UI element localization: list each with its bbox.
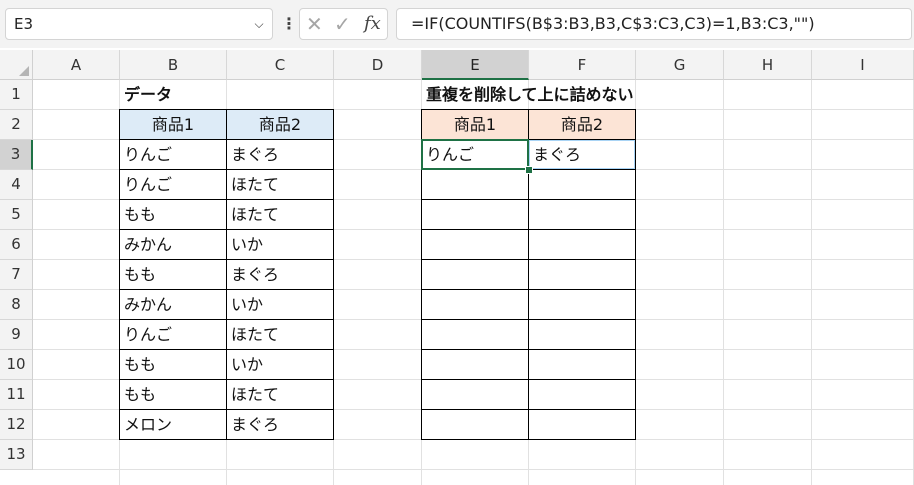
name-box[interactable]: E3 ⌵: [5, 8, 273, 40]
right-table-cell[interactable]: まぐろ: [528, 139, 636, 170]
fill-handle[interactable]: [525, 166, 533, 174]
left-table-cell[interactable]: もも: [119, 379, 227, 410]
name-box-value: E3: [14, 15, 34, 33]
row-header-7[interactable]: 7: [0, 260, 33, 290]
column-header-e[interactable]: E: [422, 50, 529, 80]
check-icon[interactable]: ✓: [334, 9, 351, 39]
left-header-cell[interactable]: 商品2: [226, 109, 334, 140]
cancel-icon[interactable]: ✕: [306, 9, 323, 39]
column-header-i[interactable]: I: [812, 50, 914, 80]
gridline-horizontal: [33, 469, 914, 470]
column-header-c[interactable]: C: [227, 50, 334, 80]
row-header-11[interactable]: 11: [0, 380, 33, 410]
more-options-icon[interactable]: ⋮: [281, 8, 297, 40]
column-header-b[interactable]: B: [120, 50, 227, 80]
column-header-f[interactable]: F: [529, 50, 636, 80]
left-header-cell[interactable]: 商品1: [119, 109, 227, 140]
left-table-cell[interactable]: ほたて: [226, 169, 334, 200]
right-table-cell[interactable]: [528, 319, 636, 350]
row-header-12[interactable]: 12: [0, 410, 33, 440]
right-table-cell[interactable]: [421, 409, 529, 440]
left-table-cell[interactable]: ほたて: [226, 199, 334, 230]
right-table-cell[interactable]: [421, 289, 529, 320]
formula-bar: E3 ⌵ ⋮ ✕ ✓ fx =IF(COUNTIFS(B$3:B3,B3,C$3…: [0, 0, 914, 48]
right-header-cell[interactable]: 商品2: [528, 109, 636, 140]
right-table-cell[interactable]: [528, 199, 636, 230]
left-table-cell[interactable]: いか: [226, 229, 334, 260]
title-right[interactable]: 重複を削除して上に詰めない: [422, 80, 682, 110]
left-table-cell[interactable]: りんご: [119, 139, 227, 170]
right-header-cell[interactable]: 商品1: [421, 109, 529, 140]
right-table-cell[interactable]: [421, 319, 529, 350]
chevron-down-icon[interactable]: ⌵: [250, 9, 268, 39]
left-table-cell[interactable]: メロン: [119, 409, 227, 440]
row-header-2[interactable]: 2: [0, 110, 33, 140]
right-table-cell[interactable]: [421, 199, 529, 230]
left-table-cell[interactable]: もも: [119, 349, 227, 380]
row-header-9[interactable]: 9: [0, 320, 33, 350]
left-table-cell[interactable]: まぐろ: [226, 139, 334, 170]
column-header-d[interactable]: D: [334, 50, 422, 80]
row-header-4[interactable]: 4: [0, 170, 33, 200]
formula-buttons: ✕ ✓ fx: [299, 8, 388, 40]
right-table-cell[interactable]: [528, 169, 636, 200]
left-table-cell[interactable]: いか: [226, 349, 334, 380]
row-header-6[interactable]: 6: [0, 230, 33, 260]
left-table-cell[interactable]: もも: [119, 259, 227, 290]
column-header-a[interactable]: A: [33, 50, 120, 80]
right-table-cell[interactable]: [421, 259, 529, 290]
column-header-h[interactable]: H: [724, 50, 812, 80]
right-table-cell[interactable]: [421, 349, 529, 380]
left-table-cell[interactable]: りんご: [119, 319, 227, 350]
active-cell[interactable]: りんご: [421, 139, 529, 170]
right-table-cell[interactable]: [528, 379, 636, 410]
row-header-13[interactable]: 13: [0, 440, 33, 470]
left-table-cell[interactable]: まぐろ: [226, 409, 334, 440]
row-header-1[interactable]: 1: [0, 80, 33, 110]
left-table-cell[interactable]: みかん: [119, 229, 227, 260]
right-table-cell[interactable]: [528, 259, 636, 290]
row-header-8[interactable]: 8: [0, 290, 33, 320]
left-table-cell[interactable]: まぐろ: [226, 259, 334, 290]
left-table-cell[interactable]: りんご: [119, 169, 227, 200]
gridline-vertical: [811, 80, 812, 485]
right-table-cell[interactable]: [421, 229, 529, 260]
left-table-cell[interactable]: ほたて: [226, 379, 334, 410]
insert-function-icon[interactable]: fx: [364, 9, 381, 39]
right-table-cell[interactable]: [421, 379, 529, 410]
right-table-cell[interactable]: [528, 409, 636, 440]
left-table-cell[interactable]: みかん: [119, 289, 227, 320]
column-header-g[interactable]: G: [636, 50, 724, 80]
row-header-5[interactable]: 5: [0, 200, 33, 230]
right-table-cell[interactable]: [528, 349, 636, 380]
row-header-10[interactable]: 10: [0, 350, 33, 380]
row-header-3[interactable]: 3: [0, 140, 33, 170]
left-table-cell[interactable]: いか: [226, 289, 334, 320]
left-table-cell[interactable]: もも: [119, 199, 227, 230]
right-table-cell[interactable]: [528, 289, 636, 320]
right-table-cell[interactable]: [421, 169, 529, 200]
formula-input[interactable]: =IF(COUNTIFS(B$3:B3,B3,C$3:C3,C3)=1,B3:C…: [396, 8, 912, 40]
gridline-vertical: [723, 80, 724, 485]
right-table-cell[interactable]: [528, 229, 636, 260]
title-left[interactable]: データ: [120, 80, 227, 110]
left-table-cell[interactable]: ほたて: [226, 319, 334, 350]
select-all-button[interactable]: [0, 50, 33, 80]
